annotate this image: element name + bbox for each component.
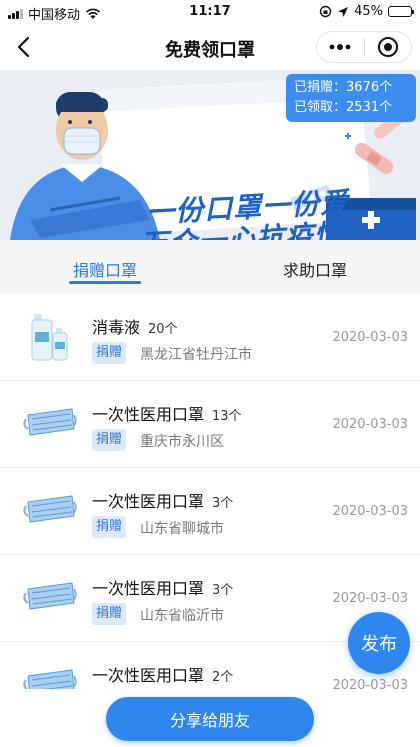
list-item[interactable]: 一次性医用口罩 13个 捐赠 重庆市永川区 2020-03-03 [0,381,420,468]
donated-stat: 已捐赠：3676个 [294,78,408,98]
item-location: 山东省临沂市 [140,608,224,624]
received-value: 2531个 [346,100,393,115]
item-quantity: 3个 [212,583,234,598]
battery-percent: 45% [354,4,383,19]
bottom-bar: 分享给朋友 [0,689,420,747]
face-mask-icon [23,495,77,523]
item-quantity: 20个 [148,322,178,337]
more-button[interactable] [317,32,364,62]
donated-label: 已捐赠： [294,80,347,95]
tab-bar: 捐赠口罩 求助口罩 [0,240,420,294]
close-mini-program-button[interactable] [365,32,412,62]
received-stat: 已领取：2531个 [294,98,408,118]
tab-request-masks[interactable]: 求助口罩 [210,240,420,294]
item-quantity: 13个 [212,409,242,424]
list-item[interactable]: 消毒液 20个 捐赠 黑龙江省牡丹江市 2020-03-03 [0,294,420,381]
list-item[interactable]: 一次性医用口罩 3个 捐赠 山东省聊城市 2020-03-03 [0,468,420,555]
item-name-text: 一次性医用口罩 [92,405,205,424]
item-date: 2020-03-03 [332,504,408,519]
item-date: 2020-03-03 [332,591,408,606]
donate-tag: 捐赠 [92,429,127,451]
item-name-text: 一次性医用口罩 [92,579,205,598]
item-quantity: 2个 [212,670,234,685]
donate-tag: 捐赠 [92,516,127,538]
sanitizer-bottles-icon [31,314,68,361]
item-name: 消毒液 20个 [92,314,178,338]
donated-value: 3676个 [346,80,393,95]
item-name: 一次性医用口罩 2个 [92,662,233,686]
donate-tag: 捐赠 [92,342,127,364]
lock-rotation-icon [319,5,332,18]
donation-stats-card: 已捐赠：3676个 已领取：2531个 [286,74,416,122]
item-name: 一次性医用口罩 3个 [92,575,233,599]
location-arrow-icon [338,6,349,17]
face-mask-icon [23,582,77,610]
battery-icon [388,6,414,17]
target-circle-icon [377,37,398,57]
item-name-text: 一次性医用口罩 [92,666,205,685]
share-to-friends-button[interactable]: 分享给朋友 [106,697,314,741]
nav-bar: 免费领口罩 [0,24,420,70]
banner[interactable]: 一份口罩一份爱 万众一心抗疫情 已捐赠：3676个 已领取：2531个 [0,70,420,240]
item-name: 一次性医用口罩 3个 [92,488,233,512]
item-quantity: 3个 [212,496,234,511]
item-date: 2020-03-03 [332,417,408,432]
status-right: 45% [319,4,414,19]
item-name-text: 一次性医用口罩 [92,492,205,511]
item-name-text: 消毒液 [92,318,141,337]
mini-program-capsule [316,31,412,63]
item-name: 一次性医用口罩 13个 [92,401,242,425]
received-label: 已领取： [294,100,347,115]
more-dots-icon [329,44,351,50]
item-location: 山东省聊城市 [140,521,224,537]
publish-button[interactable]: 发布 [348,612,410,674]
item-date: 2020-03-03 [332,330,408,345]
face-mask-icon [23,408,77,436]
item-location: 重庆市永川区 [140,434,224,450]
status-bar: 中国移动 11:17 45% [0,0,420,24]
item-location: 黑龙江省牡丹江市 [140,347,252,363]
donate-tag: 捐赠 [92,603,127,625]
tab-donate-masks[interactable]: 捐赠口罩 [0,240,210,294]
